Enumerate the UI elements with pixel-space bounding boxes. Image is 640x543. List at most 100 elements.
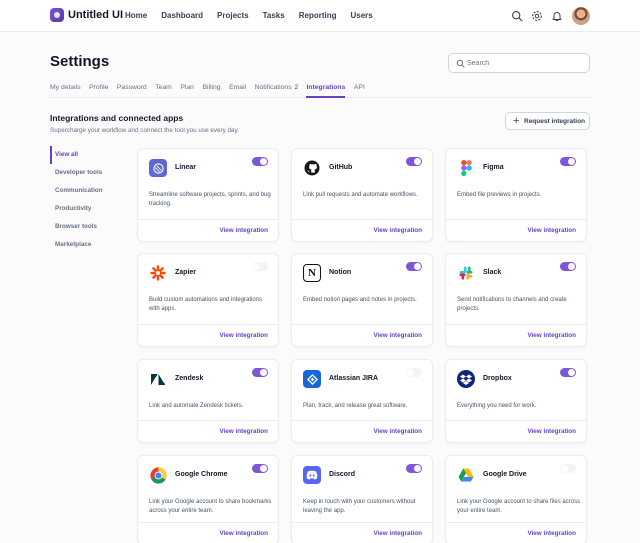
integration-toggle[interactable] — [560, 464, 576, 473]
card-footer: View integration — [138, 420, 278, 442]
integration-card: Slack Send notifications to channels and … — [445, 253, 587, 347]
figma-icon — [457, 159, 475, 177]
integration-toggle[interactable] — [406, 157, 422, 166]
integration-card: N Notion Embed notion pages and notes in p… — [291, 253, 433, 347]
integration-description: Link your Google account to share files … — [457, 499, 581, 515]
integration-description: Build custom automations and integration… — [149, 297, 263, 313]
integration-card: Atlassian JIRA Plan, track, and release g… — [291, 359, 433, 443]
integration-description: Keep in touch with your customers withou… — [303, 499, 416, 515]
view-integration-link[interactable]: View integration — [219, 530, 268, 537]
nav-dashboard[interactable]: Dashboard — [161, 11, 203, 20]
card-footer: View integration — [138, 522, 278, 543]
search-icon[interactable] — [511, 10, 523, 22]
card-footer: View integration — [446, 324, 586, 346]
card-footer: View integration — [292, 522, 432, 543]
filter-communication[interactable]: Communication — [50, 182, 130, 200]
integration-toggle[interactable] — [406, 262, 422, 271]
tab-my-details[interactable]: My details — [50, 82, 81, 98]
integration-name: Figma — [483, 164, 504, 171]
integration-card: Google Drive Link your Google account to … — [445, 455, 587, 543]
integration-card: GitHub Link pull requests and automate wo… — [291, 148, 433, 242]
view-integration-link[interactable]: View integration — [219, 428, 268, 435]
search-input[interactable] — [467, 57, 585, 70]
tab-integrations[interactable]: Integrations — [306, 82, 346, 98]
integration-card: Zendesk Link and automate Zendesk tickets… — [137, 359, 279, 443]
card-footer: View integration — [292, 219, 432, 241]
request-integration-button[interactable]: + Request integration — [505, 112, 590, 130]
integration-toggle[interactable] — [252, 464, 268, 473]
integration-toggle[interactable] — [252, 368, 268, 377]
discord-icon — [303, 466, 321, 484]
integration-name: GitHub — [329, 164, 353, 171]
integration-name: Notion — [329, 269, 352, 276]
integration-toggle[interactable] — [252, 262, 268, 271]
nav-tasks[interactable]: Tasks — [263, 11, 285, 20]
filter-view-all[interactable]: View all — [50, 146, 130, 164]
page-title: Settings — [50, 53, 110, 70]
filter-marketplace[interactable]: Marketplace — [50, 236, 130, 254]
tab-team[interactable]: Team — [155, 82, 172, 98]
filter-developer-tools[interactable]: Developer tools — [50, 164, 130, 182]
tab-password[interactable]: Password — [117, 82, 147, 98]
view-integration-link[interactable]: View integration — [373, 530, 422, 537]
search-box[interactable] — [448, 53, 590, 73]
request-integration-label: Request integration — [524, 118, 586, 125]
integration-name: Linear — [175, 164, 197, 171]
settings-icon[interactable] — [531, 10, 543, 22]
integration-toggle[interactable] — [406, 368, 422, 377]
dropbox-icon — [457, 370, 475, 388]
filter-productivity[interactable]: Productivity — [50, 200, 130, 218]
zapier-icon — [149, 264, 167, 282]
view-integration-link[interactable]: View integration — [373, 332, 422, 339]
search-icon — [456, 59, 465, 68]
integration-description: Plan, track, and release great software. — [303, 403, 408, 409]
integration-name: Discord — [329, 471, 356, 478]
tab-profile[interactable]: Profile — [89, 82, 108, 98]
card-footer: View integration — [446, 219, 586, 241]
logo-icon[interactable] — [50, 8, 64, 22]
github-icon — [303, 159, 321, 177]
integration-toggle[interactable] — [560, 368, 576, 377]
view-integration-link[interactable]: View integration — [219, 332, 268, 339]
view-integration-link[interactable]: View integration — [373, 227, 422, 234]
notifications-count-badge: 2 — [294, 85, 298, 91]
integration-name: Slack — [483, 269, 502, 276]
tab-email[interactable]: Email — [229, 82, 246, 98]
tab-billing[interactable]: Billing — [202, 82, 220, 98]
nav-home[interactable]: Home — [125, 11, 147, 20]
tab-plan[interactable]: Plan — [180, 82, 194, 98]
view-integration-link[interactable]: View integration — [219, 227, 268, 234]
integration-card: Linear Streamline software projects, spri… — [137, 148, 279, 242]
top-navigation: Untitled UI Home Dashboard Projects Task… — [0, 0, 640, 32]
integration-name: Zapier — [175, 269, 197, 276]
chrome-icon — [149, 466, 167, 484]
integration-toggle[interactable] — [252, 157, 268, 166]
view-integration-link[interactable]: View integration — [527, 227, 576, 234]
tab-notifications-label: Notifications — [254, 84, 292, 91]
integration-toggle[interactable] — [406, 464, 422, 473]
section-title: Integrations and connected apps — [50, 113, 184, 123]
jira-icon — [303, 370, 321, 388]
settings-tabs: My details Profile Password Team Plan Bi… — [50, 82, 590, 98]
nav-users[interactable]: Users — [350, 11, 372, 20]
view-integration-link[interactable]: View integration — [527, 332, 576, 339]
filter-browser-tools[interactable]: Browser tools — [50, 218, 130, 236]
card-footer: View integration — [446, 420, 586, 442]
nav-reporting[interactable]: Reporting — [299, 11, 337, 20]
zendesk-icon — [149, 370, 167, 388]
nav-projects[interactable]: Projects — [217, 11, 249, 20]
view-integration-link[interactable]: View integration — [527, 530, 576, 537]
category-filters: View all Developer tools Communication P… — [50, 146, 130, 254]
bell-icon[interactable] — [551, 10, 563, 22]
integration-toggle[interactable] — [560, 262, 576, 271]
tab-api[interactable]: API — [354, 82, 365, 98]
tab-notifications[interactable]: Notifications 2 — [255, 82, 298, 98]
view-integration-link[interactable]: View integration — [373, 428, 422, 435]
view-integration-link[interactable]: View integration — [527, 428, 576, 435]
brand-name[interactable]: Untitled UI — [68, 9, 123, 21]
integration-toggle[interactable] — [560, 157, 576, 166]
integration-description: Link and automate Zendesk tickets. — [149, 403, 244, 409]
integration-name: Zendesk — [175, 375, 204, 382]
integration-card: Zapier Build custom automations and integ… — [137, 253, 279, 347]
avatar[interactable] — [572, 7, 590, 25]
